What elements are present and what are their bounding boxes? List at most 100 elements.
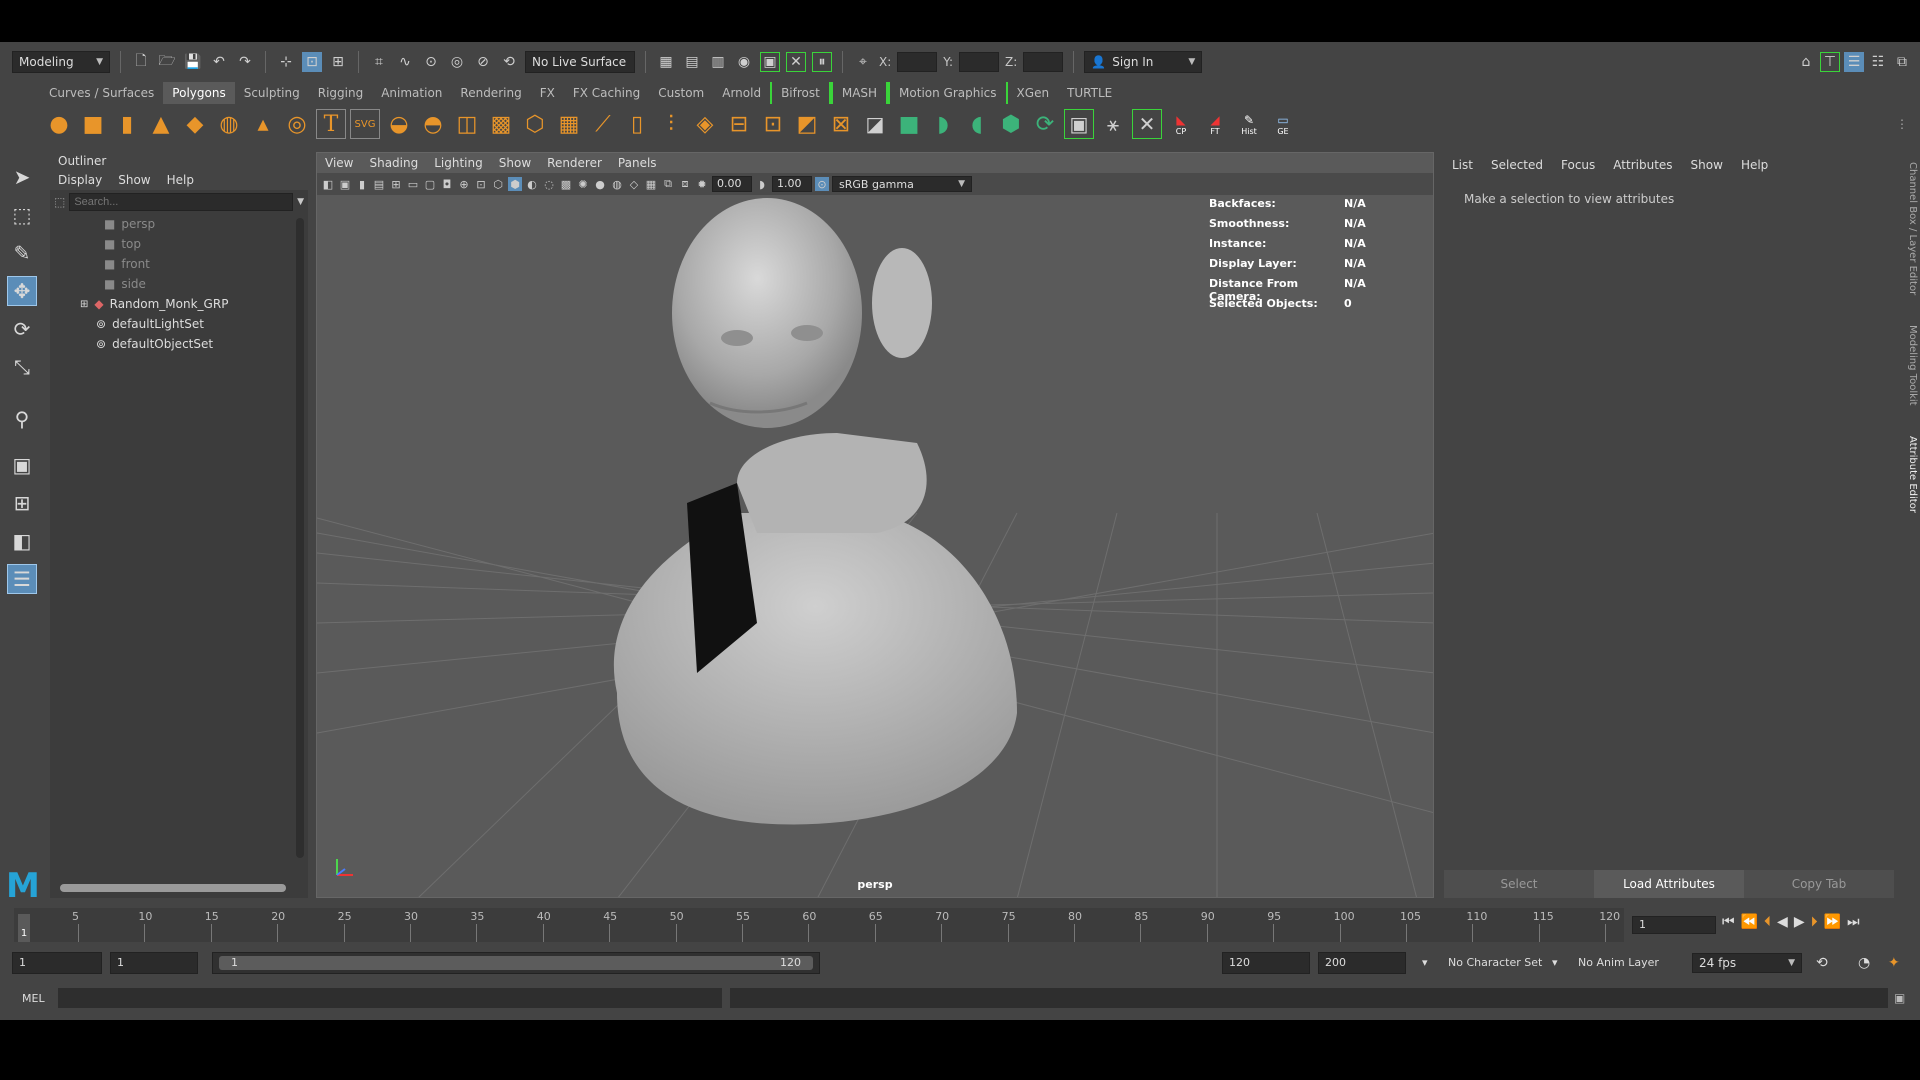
tree-item[interactable]: ■ top	[80, 234, 308, 254]
snap-surface-icon[interactable]: ⊘	[473, 52, 493, 72]
render-settings-icon[interactable]: ▥	[708, 52, 728, 72]
pause-icon[interactable]: ⏸	[812, 52, 832, 72]
select-tool-icon[interactable]: ➤	[7, 162, 37, 192]
xray-joints-icon[interactable]: ⧈	[678, 177, 692, 191]
snap-live-icon[interactable]: ⟲	[499, 52, 519, 72]
gamma-icon[interactable]: ◗	[755, 177, 769, 191]
text-tool-icon[interactable]: T	[316, 109, 346, 139]
gamma-field[interactable]: 1.00	[772, 176, 812, 192]
multi-cut-icon[interactable]: ⫶	[656, 109, 686, 139]
viewport-menu-shading[interactable]: Shading	[369, 156, 418, 170]
shelf-tab[interactable]: FX	[531, 82, 564, 104]
auto-key-icon[interactable]: ◔	[1858, 952, 1870, 974]
mode-menu[interactable]: Modeling ▼	[12, 51, 110, 73]
filter-icon[interactable]: ⬚	[54, 195, 65, 209]
spherical-uv-icon[interactable]: ◖	[962, 109, 992, 139]
poly-cylinder-icon[interactable]: ▮	[112, 109, 142, 139]
camera-uv-icon[interactable]: ⟳	[1030, 109, 1060, 139]
go-to-end-icon[interactable]: ⏭	[1847, 914, 1860, 930]
load-attributes-button[interactable]: Load Attributes	[1594, 870, 1744, 898]
shelf-tab[interactable]: Motion Graphics	[888, 82, 1008, 104]
tree-item[interactable]: ■ front	[80, 254, 308, 274]
live-surface-field[interactable]: No Live Surface	[525, 51, 635, 73]
side-tab-channel-box[interactable]: Channel Box / Layer Editor	[1904, 162, 1918, 295]
auto-uv-icon[interactable]: ⬢	[996, 109, 1026, 139]
rotate-tool-icon[interactable]: ⟳	[7, 314, 37, 344]
bookmark-icon[interactable]: ▮	[355, 177, 369, 191]
hypershade-icon[interactable]: ◉	[734, 52, 754, 72]
color-space-dropdown[interactable]: sRGB gamma ▼	[832, 176, 972, 192]
image-plane-icon[interactable]: ▤	[372, 177, 386, 191]
ge-icon[interactable]: ▭ GE	[1268, 109, 1298, 139]
uv-editor-icon[interactable]: ⚹	[1098, 109, 1128, 139]
animation-end-field[interactable]: 200	[1318, 952, 1406, 974]
persp-outliner-icon[interactable]: ◧	[7, 526, 37, 556]
character-set-label[interactable]: No Character Set	[1448, 952, 1542, 974]
ambient-occlusion-icon[interactable]: ◍	[610, 177, 624, 191]
svg-tool-icon[interactable]: SVG	[350, 109, 380, 139]
side-tab-attribute-editor[interactable]: Attribute Editor	[1904, 436, 1918, 513]
viewport-menu-panels[interactable]: Panels	[618, 156, 657, 170]
select-button[interactable]: Select	[1444, 870, 1594, 898]
side-tab-modeling-toolkit[interactable]: Modeling Toolkit	[1904, 325, 1918, 406]
scale-tool-icon[interactable]: ⤡	[7, 352, 37, 382]
time-slider[interactable]: 5 10 15 20 25 30 35 40 45 50 55 60 65 70 75 80 85 90 95 100…	[14, 908, 1624, 942]
isolate-select-icon[interactable]: ⧉	[661, 177, 675, 191]
wireframe-on-shaded-icon[interactable]: ◐	[525, 177, 539, 191]
poly-torus-icon[interactable]: ◍	[214, 109, 244, 139]
hist-icon[interactable]: ✎ Hist	[1234, 109, 1264, 139]
shelf-tab[interactable]: Sculpting	[235, 82, 309, 104]
tree-item[interactable]: ■ side	[80, 274, 308, 294]
character-controls-icon[interactable]: ⊤	[1820, 52, 1840, 72]
xray-icon[interactable]: ◌	[542, 177, 556, 191]
tree-item[interactable]: ⊚ defaultLightSet	[80, 314, 308, 334]
chevron-down-icon[interactable]: ▼	[297, 197, 304, 207]
playback-start-field[interactable]: 1	[110, 952, 198, 974]
outliner-horizontal-scrollbar[interactable]	[60, 884, 286, 892]
command-input[interactable]	[58, 988, 722, 1008]
poly-cone-icon[interactable]: ▲	[146, 109, 176, 139]
shelf-tab[interactable]: Custom	[649, 82, 713, 104]
textured-icon[interactable]: ▩	[559, 177, 573, 191]
film-gate-icon[interactable]: ▭	[406, 177, 420, 191]
lasso-tool-icon[interactable]: ⬚	[7, 200, 37, 230]
channel-box-icon[interactable]: ⧉	[1892, 52, 1912, 72]
attr-menu-help[interactable]: Help	[1741, 158, 1768, 172]
outliner-menu-display[interactable]: Display	[58, 173, 102, 187]
attribute-editor-icon[interactable]: ☰	[1844, 52, 1864, 72]
mirror-icon[interactable]: ◫	[452, 109, 482, 139]
shelf-tab[interactable]: Arnold	[713, 82, 770, 104]
step-back-key-icon[interactable]: ⏪	[1741, 914, 1758, 930]
shelf-tab-active[interactable]: Polygons	[163, 82, 235, 104]
poly-cube-icon[interactable]: ■	[78, 109, 108, 139]
shelf-tab[interactable]: MASH	[830, 82, 889, 104]
render-frame-icon[interactable]: ▦	[656, 52, 676, 72]
anti-alias-icon[interactable]: ▦	[644, 177, 658, 191]
select-component-icon[interactable]: ⊞	[328, 52, 348, 72]
tool-settings-icon[interactable]: ☷	[1868, 52, 1888, 72]
color-management-icon[interactable]: ⊙	[815, 177, 829, 191]
smooth-shade-icon[interactable]: ⬢	[508, 177, 522, 191]
animation-start-field[interactable]: 1	[12, 952, 102, 974]
combine-icon[interactable]: ◒	[384, 109, 414, 139]
extrude-icon[interactable]: ⬡	[520, 109, 550, 139]
viewport-menu-view[interactable]: View	[325, 156, 353, 170]
transform-constraint-icon[interactable]: ⌖	[853, 52, 873, 72]
tree-item[interactable]: ■ persp	[80, 214, 308, 234]
poly-pyramid-icon[interactable]: ▴	[248, 109, 278, 139]
viewport-menu-lighting[interactable]: Lighting	[434, 156, 483, 170]
range-slider-handle[interactable]: 1 120	[219, 956, 813, 970]
command-language-label[interactable]: MEL	[22, 992, 45, 1005]
range-slider[interactable]: 1 120	[212, 952, 820, 974]
edge-loop-icon[interactable]: ⊡	[758, 109, 788, 139]
poly-pipe-icon[interactable]: ◎	[282, 109, 312, 139]
anim-layer-arrow-icon[interactable]: ▾	[1552, 952, 1558, 974]
save-scene-icon[interactable]: 💾	[183, 52, 203, 72]
smooth-icon[interactable]: ▩	[486, 109, 516, 139]
shelf-tab[interactable]: Bifrost	[770, 82, 831, 104]
shelf-tab[interactable]: XGen	[1008, 82, 1059, 104]
checker-icon[interactable]: ▣	[1064, 109, 1094, 139]
redo-icon[interactable]: ↷	[235, 52, 255, 72]
attr-menu-list[interactable]: List	[1452, 158, 1473, 172]
y-field[interactable]	[959, 52, 1000, 72]
